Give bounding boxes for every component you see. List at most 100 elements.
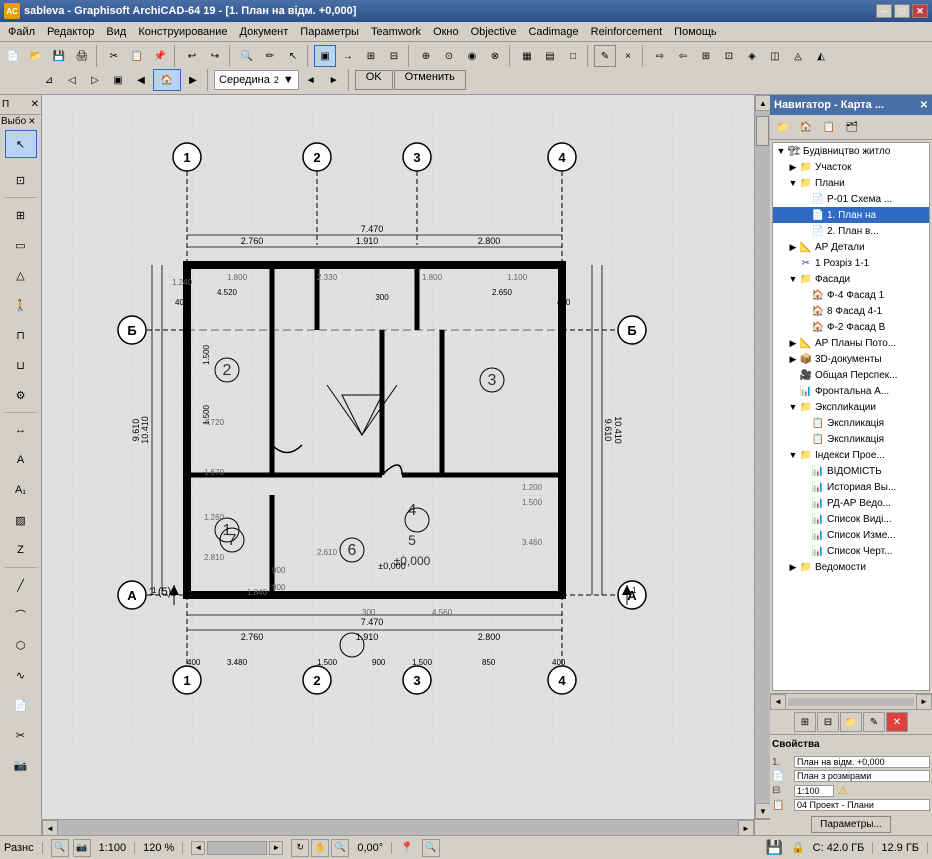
undo-button[interactable]: ↩	[181, 45, 203, 67]
tb-btn-6[interactable]: ⊟	[383, 45, 405, 67]
tree-item-12[interactable]: ▶ 📐 АР Планы Пото...	[773, 335, 929, 351]
secondary-tb-6[interactable]: ▶	[182, 69, 204, 91]
nav-btn-2[interactable]: 🏠	[795, 117, 817, 137]
minimize-button[interactable]: ─	[876, 4, 892, 18]
nav-tree[interactable]: ▼ 🏗 Будівництво житло ▶ 📁 Участок ▼ 📁 Пл…	[772, 142, 930, 691]
scroll-track-h[interactable]	[58, 820, 738, 835]
tool-arc[interactable]: ⌒	[5, 601, 37, 629]
pencil-button[interactable]: ✏	[259, 45, 281, 67]
tree-item-11[interactable]: 🏠 Ф-2 Фасад В	[773, 319, 929, 335]
prop-btn-1[interactable]: ⊞	[794, 712, 816, 732]
tool-slab[interactable]: ▭	[5, 231, 37, 259]
tree-item-6[interactable]: ▶ 📐 АР Детали	[773, 239, 929, 255]
prop-btn-4[interactable]: ✎	[863, 712, 885, 732]
menu-construct[interactable]: Конструирование	[132, 24, 233, 40]
print-button[interactable]: 🖨	[71, 45, 93, 67]
panel-close-icon[interactable]: ✕	[920, 100, 928, 111]
tree-item-4[interactable]: 📄 1. План на	[773, 207, 929, 223]
select-button[interactable]: ▣	[314, 45, 336, 67]
nav-prev-btn[interactable]: ◄	[191, 841, 205, 855]
menu-reinforcement[interactable]: Reinforcement	[585, 24, 669, 40]
tb-btn-12[interactable]: ▤	[539, 45, 561, 67]
tree-item-1[interactable]: ▶ 📁 Участок	[773, 159, 929, 175]
tb-btn-17[interactable]: ⇦	[672, 45, 694, 67]
snap-prev[interactable]: ◄	[300, 69, 322, 91]
tree-item-25[interactable]: 📊 Список Черт...	[773, 543, 929, 559]
tool-dim[interactable]: ↔	[5, 416, 37, 444]
prop-value-2[interactable]: План з розмірами	[794, 770, 930, 782]
tree-item-14[interactable]: 🎥 Общая Перспек...	[773, 367, 929, 383]
tree-scroll-track[interactable]	[788, 698, 914, 706]
menu-teamwork[interactable]: Teamwork	[365, 24, 427, 40]
prop-btn-3[interactable]: 📁	[840, 712, 862, 732]
tool-window[interactable]: ⊔	[5, 351, 37, 379]
tb-btn-22[interactable]: ◬	[787, 45, 809, 67]
tool-door[interactable]: ⊓	[5, 321, 37, 349]
scroll-up-btn[interactable]: ▲	[755, 95, 770, 111]
menu-help[interactable]: Помощь	[668, 24, 723, 40]
nav-next-btn[interactable]: ►	[269, 841, 283, 855]
expand-icon-12[interactable]: ▶	[787, 338, 799, 349]
tool-fill[interactable]: ▨	[5, 506, 37, 534]
toolbox-tab[interactable]: Выбо ✕	[0, 115, 41, 129]
tool-label[interactable]: A₁	[5, 476, 37, 504]
expand-icon-8[interactable]: ▼	[787, 274, 799, 284]
secondary-tb-active[interactable]: 🏠	[153, 69, 181, 91]
tree-item-13[interactable]: ▶ 📦 3D-документы	[773, 351, 929, 367]
tb-btn-9[interactable]: ◉	[461, 45, 483, 67]
tree-scroll-right[interactable]: ►	[916, 694, 932, 710]
tree-item-0[interactable]: ▼ 🏗 Будівництво житло	[773, 143, 929, 159]
expand-icon-0[interactable]: ▼	[775, 146, 787, 156]
tree-item-18[interactable]: 📋 Экспликація	[773, 431, 929, 447]
open-button[interactable]: 📂	[25, 45, 47, 67]
tb-btn-8[interactable]: ⊙	[438, 45, 460, 67]
tb-btn-19[interactable]: ⊡	[718, 45, 740, 67]
tool-marquee[interactable]: ⊡	[5, 166, 37, 194]
tree-item-20[interactable]: 📊 ВІДОМІСТЬ	[773, 463, 929, 479]
expand-icon-1[interactable]: ▶	[787, 162, 799, 173]
tool-cam[interactable]: 📷	[5, 751, 37, 779]
tree-item-2[interactable]: ▼ 📁 Плани	[773, 175, 929, 191]
expand-icon-26[interactable]: ▶	[787, 562, 799, 573]
tb-btn-7[interactable]: ⊕	[415, 45, 437, 67]
tb-btn-5[interactable]: ⊞	[360, 45, 382, 67]
zoom-tool[interactable]: 🔍	[331, 839, 349, 857]
tree-item-10[interactable]: 🏠 8 Фасад 4-1	[773, 303, 929, 319]
copy-button[interactable]: 📋	[126, 45, 148, 67]
nav-btn-4[interactable]: 🗂	[841, 117, 863, 137]
snap-dropdown[interactable]: Середина 2 ▼	[214, 70, 299, 90]
h-scrollbar[interactable]: ◄ ►	[42, 819, 754, 835]
expand-icon-6[interactable]: ▶	[787, 242, 799, 253]
rotate-tool[interactable]: ↻	[291, 839, 309, 857]
status-icon-2[interactable]: 📷	[73, 839, 91, 857]
tb-btn-20[interactable]: ◈	[741, 45, 763, 67]
canvas-area[interactable]: 1 2 3 4 1 2 3 4	[42, 95, 770, 835]
pointer-button[interactable]: ↖	[282, 45, 304, 67]
save-button[interactable]: 💾	[48, 45, 70, 67]
snap-arrow[interactable]: ▼	[283, 74, 294, 86]
parameters-button[interactable]: Параметры...	[811, 816, 891, 833]
status-zoom-btn[interactable]: 🔍	[422, 839, 440, 857]
ok-button[interactable]: OK	[355, 70, 393, 90]
tree-item-21[interactable]: 📊 Историая Вы...	[773, 479, 929, 495]
tree-item-3[interactable]: 📄 Р-01 Схема ...	[773, 191, 929, 207]
tb-btn-16[interactable]: ⇨	[649, 45, 671, 67]
nav-btn-3[interactable]: 📋	[818, 117, 840, 137]
expand-icon-19[interactable]: ▼	[787, 450, 799, 460]
expand-icon-16[interactable]: ▼	[787, 402, 799, 412]
tb-btn-14[interactable]: ✎	[594, 45, 616, 67]
cut-button[interactable]: ✂	[103, 45, 125, 67]
tool-roof[interactable]: △	[5, 261, 37, 289]
secondary-tb-4[interactable]: ▣	[107, 69, 129, 91]
tool-object[interactable]: ⚙	[5, 381, 37, 409]
new-button[interactable]: 📄	[2, 45, 24, 67]
tree-item-8[interactable]: ▼ 📁 Фасади	[773, 271, 929, 287]
tree-item-15[interactable]: 📊 Фронтальна А...	[773, 383, 929, 399]
prop-layer[interactable]: 04 Проект - Плани	[794, 799, 930, 811]
menu-editor[interactable]: Редактор	[41, 24, 100, 40]
close-button[interactable]: ✕	[912, 4, 928, 18]
tool-spline[interactable]: ∿	[5, 661, 37, 689]
tool-line[interactable]: ╱	[5, 571, 37, 599]
tool-stair[interactable]: 🚶	[5, 291, 37, 319]
secondary-tb-1[interactable]: ⊿	[38, 69, 60, 91]
